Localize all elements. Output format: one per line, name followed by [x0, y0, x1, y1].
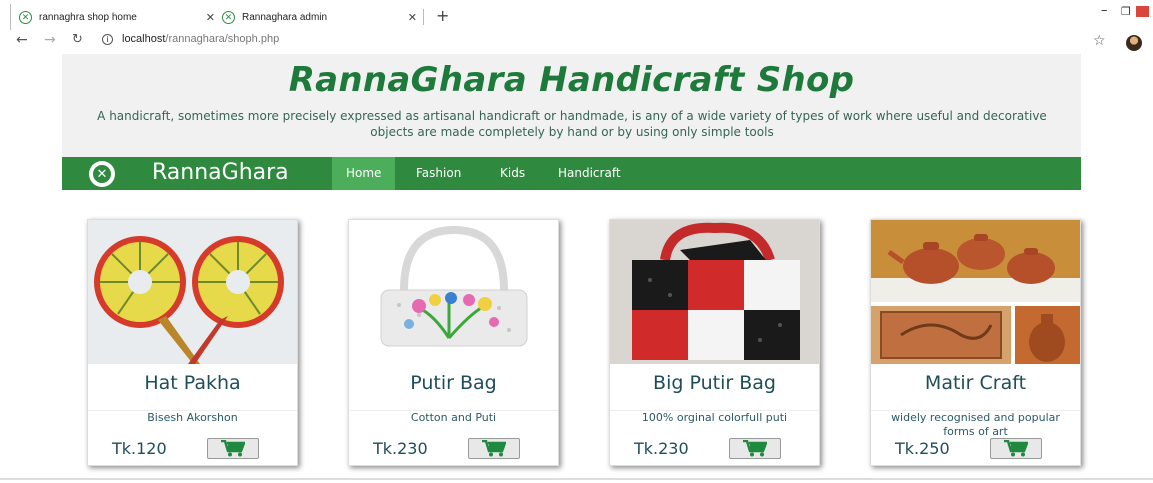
product-name: Putir Bag: [410, 372, 497, 394]
product-price: Tk.230: [634, 439, 689, 458]
add-to-cart-button[interactable]: [729, 438, 781, 459]
restore-icon[interactable]: ❐: [1121, 5, 1131, 18]
cart-icon: [482, 440, 506, 457]
product-image-clay-teapots[interactable]: [871, 220, 1080, 364]
site-favicon-icon: ✕: [19, 10, 32, 24]
product-description: Bisesh Akorshon: [147, 411, 238, 424]
nav-handicraft[interactable]: Handicraft: [544, 157, 635, 190]
product-image-bead-bag-white[interactable]: [349, 220, 558, 364]
cart-icon: [221, 440, 245, 457]
browser-tab-bar: ✕ rannaghra shop home ✕ ✕ Rannaghara adm…: [0, 0, 1153, 30]
new-tab-button[interactable]: +: [436, 6, 449, 25]
nav-home[interactable]: Home: [332, 157, 396, 190]
reload-icon[interactable]: ↻: [72, 32, 83, 47]
site-favicon-icon: ✕: [222, 10, 235, 24]
tab-title: rannaghra shop home: [39, 11, 137, 23]
cart-icon: [1004, 440, 1028, 457]
product-price: Tk.120: [112, 439, 167, 458]
browser-tab-admin[interactable]: ✕ Rannaghara admin ✕: [222, 4, 417, 30]
info-icon[interactable]: i: [102, 33, 113, 45]
product-card[interactable]: Putir Bag Cotton and Puti Tk.230: [348, 219, 559, 466]
add-to-cart-button[interactable]: [468, 438, 520, 459]
product-card[interactable]: Matir Craft widely recognised and popula…: [870, 219, 1081, 466]
product-price: Tk.250: [895, 439, 950, 458]
url-host: localhost: [122, 33, 166, 45]
add-to-cart-button[interactable]: [207, 438, 259, 459]
page-title: RannaGhara Handicraft Shop: [288, 60, 855, 100]
main-navbar: ✕ RannaGhara Home Fashion Kids Handicraf…: [62, 157, 1081, 190]
product-name: Hat Pakha: [144, 372, 241, 394]
product-name: Big Putir Bag: [653, 372, 776, 394]
browser-tab-shop-home[interactable]: ✕ rannaghra shop home ✕: [10, 4, 215, 30]
url-path: /rannaghara/shoph.php: [165, 33, 280, 45]
profile-avatar[interactable]: [1126, 35, 1142, 51]
brand-logo-icon[interactable]: ✕: [89, 161, 115, 187]
product-card[interactable]: Big Putir Bag 100% orginal colorfull put…: [609, 219, 820, 466]
bookmark-star-icon[interactable]: ☆: [1093, 33, 1106, 49]
close-tab-icon[interactable]: ✕: [206, 11, 215, 24]
brand-name[interactable]: RannaGhara: [152, 160, 289, 185]
product-description: Cotton and Puti: [410, 411, 497, 424]
add-to-cart-button[interactable]: [990, 438, 1042, 459]
cart-icon: [743, 440, 767, 457]
url-field[interactable]: i localhost/rannaghara/shoph.php: [102, 33, 279, 45]
product-price: Tk.230: [373, 439, 428, 458]
window-close-button[interactable]: [1136, 6, 1149, 17]
product-image-bead-bag-checkered[interactable]: [610, 220, 819, 364]
product-name: Matir Craft: [924, 372, 1027, 394]
product-description: widely recognised and popular forms of a…: [891, 411, 1060, 438]
page-bottom-divider: [0, 478, 1153, 480]
product-description: 100% orginal colorfull puti: [641, 411, 788, 424]
forward-arrow-icon[interactable]: →: [44, 32, 56, 48]
close-tab-icon[interactable]: ✕: [408, 11, 417, 24]
back-arrow-icon[interactable]: ←: [16, 32, 28, 48]
minimize-icon[interactable]: –: [1101, 3, 1108, 18]
address-bar: ← → ↻ i localhost/rannaghara/shoph.php ☆: [0, 30, 1153, 54]
nav-fashion[interactable]: Fashion: [402, 157, 475, 190]
product-image-hand-fan[interactable]: [88, 220, 297, 364]
product-card[interactable]: Hat Pakha Bisesh Akorshon Tk.120: [87, 219, 298, 466]
tab-title: Rannaghara admin: [242, 11, 328, 23]
tab-divider: [423, 9, 424, 25]
hero-header: RannaGhara Handicraft Shop A handicraft,…: [62, 54, 1081, 157]
hero-description: A handicraft, sometimes more precisely e…: [97, 109, 1047, 139]
nav-kids[interactable]: Kids: [486, 157, 539, 190]
